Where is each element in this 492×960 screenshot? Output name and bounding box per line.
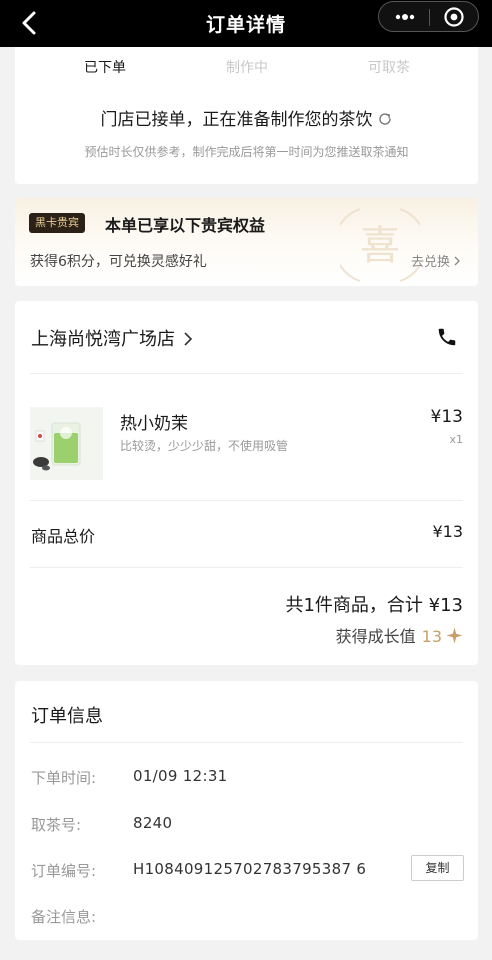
xi-seal-watermark: 喜 — [340, 208, 420, 282]
status-note: 预估时长仅供参考，制作完成后将第一时间为您推送取茶通知 — [84, 145, 409, 159]
step-ordered: 已下单 — [84, 60, 126, 76]
pickup-number-label: 取茶号: — [31, 816, 82, 834]
product-image — [30, 407, 103, 480]
item-options: 比较烫，少少少甜，不使用吸管 — [120, 439, 289, 453]
order-items-card: 上海尚悦湾广场店 热小奶茉 比较烫，少少少甜，不使用吸管 ¥13 x1 商品总价… — [15, 301, 478, 665]
status-message-row: 门店已接单，正在准备制作您的茶饮 — [15, 105, 478, 130]
subtotal-label: 商品总价 — [31, 527, 96, 546]
store-link[interactable]: 上海尚悦湾广场店 — [31, 325, 193, 351]
black-card-badge: 黑卡贵宾 — [29, 213, 85, 233]
order-number-label: 订单编号: — [31, 862, 97, 880]
target-icon[interactable] — [443, 6, 465, 28]
store-name: 上海尚悦湾广场店 — [31, 329, 175, 350]
growth-points-row: 获得成长值 13 — [336, 623, 463, 647]
redeem-link[interactable]: 去兑换 — [411, 251, 461, 270]
star-icon — [446, 627, 463, 644]
pickup-number-value: 8240 — [133, 814, 173, 832]
progress-steps: 已下单 制作中 可取茶 — [15, 57, 478, 77]
status-message: 门店已接单，正在准备制作您的茶饮 — [100, 110, 373, 130]
phone-icon[interactable] — [436, 326, 458, 348]
item-quantity: x1 — [449, 433, 463, 446]
step-making: 制作中 — [226, 60, 268, 76]
vip-title: 本单已享以下贵宾权益 — [105, 216, 266, 235]
item-price: ¥13 — [430, 407, 463, 427]
capsule-divider — [429, 9, 430, 26]
more-icon[interactable] — [391, 7, 419, 27]
order-time-value: 01/09 12:31 — [133, 767, 228, 785]
chevron-right-icon — [454, 256, 460, 266]
growth-label: 获得成长值 — [335, 627, 416, 646]
growth-value: 13 — [421, 627, 442, 646]
top-nav-bar: 订单详情 — [0, 0, 492, 47]
svg-text:喜: 喜 — [360, 223, 400, 269]
subtotal-value: ¥13 — [432, 522, 463, 541]
divider — [30, 567, 463, 568]
order-status-card: 已下单 制作中 可取茶 门店已接单，正在准备制作您的茶饮 预估时长仅供参考，制作… — [15, 47, 478, 184]
order-info-card: 订单信息 下单时间: 01/09 12:31 取茶号: 8240 订单编号: H… — [15, 681, 478, 940]
copy-button[interactable]: 复制 — [411, 855, 464, 881]
item-name: 热小奶茉 — [120, 414, 188, 434]
vip-benefit-card: 喜 黑卡贵宾 本单已享以下贵宾权益 获得6积分，可兑换灵感好礼 去兑换 — [15, 198, 478, 286]
divider — [30, 500, 463, 501]
order-time-label: 下单时间: — [31, 769, 97, 787]
refresh-icon[interactable] — [377, 111, 393, 127]
redeem-link-label: 去兑换 — [410, 255, 450, 270]
vip-benefit-text: 获得6积分，可兑换灵感好礼 — [30, 254, 207, 270]
chevron-right-icon — [184, 332, 193, 346]
order-info-title: 订单信息 — [31, 706, 103, 727]
miniapp-capsule — [378, 1, 479, 32]
step-ready: 可取茶 — [368, 60, 410, 76]
order-number-value: H108409125702783795387 6 — [133, 860, 367, 878]
remarks-label: 备注信息: — [31, 908, 97, 926]
divider — [30, 742, 463, 743]
divider — [30, 373, 463, 374]
order-total: 共1件商品，合计 ¥13 — [285, 595, 463, 616]
